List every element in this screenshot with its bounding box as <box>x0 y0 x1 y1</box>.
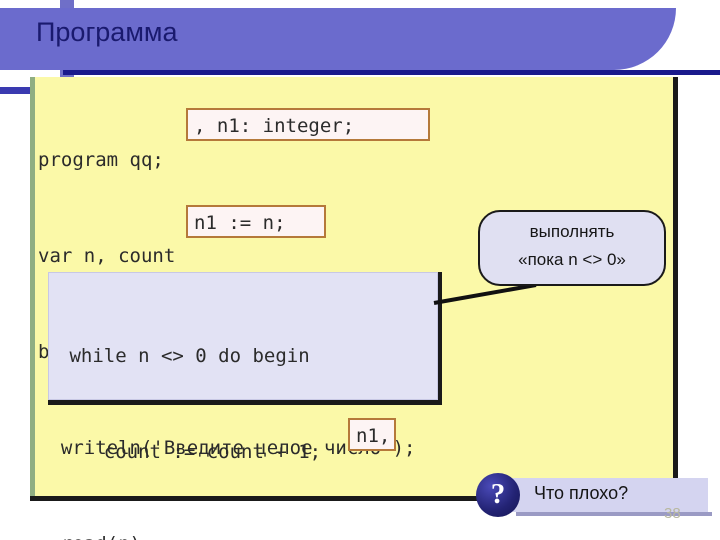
question-banner-label: Что плохо? <box>534 483 629 503</box>
callout-while-explanation: выполнять «пока n <> 0» <box>478 210 666 286</box>
page-number: 38 <box>664 505 681 522</box>
while-line: while n <> 0 do begin <box>58 345 310 367</box>
highlight-n1-print: n1, <box>348 418 396 451</box>
callout-pointer <box>433 283 537 305</box>
code-panel-left-edge <box>30 77 35 500</box>
callout-line-2: «пока n <> 0» <box>518 250 626 269</box>
slide: Программа program qq; var n, count begin… <box>0 0 720 540</box>
code-line: program qq; <box>38 149 164 171</box>
while-loop-listing: while n <> 0 do begin count := count + 1… <box>58 276 321 540</box>
highlight-var-declaration: , n1: integer; <box>186 108 430 141</box>
highlight-var-declaration-text: , n1: integer; <box>194 115 355 137</box>
highlight-n1-print-text: n1, <box>356 425 391 447</box>
question-mark-icon: ? <box>476 473 520 517</box>
header-rule <box>63 70 720 75</box>
question-mark-glyph: ? <box>490 478 506 510</box>
callout-line-1: выполнять <box>529 222 615 241</box>
while-line: n := n div 10; <box>58 532 321 540</box>
highlight-n1-assignment: n1 := n; <box>186 205 326 238</box>
while-line: count := count + 1; <box>58 441 322 463</box>
page-title: Программа <box>36 17 178 47</box>
question-banner-shadow <box>516 512 712 516</box>
highlight-n1-assignment-text: n1 := n; <box>194 212 286 234</box>
